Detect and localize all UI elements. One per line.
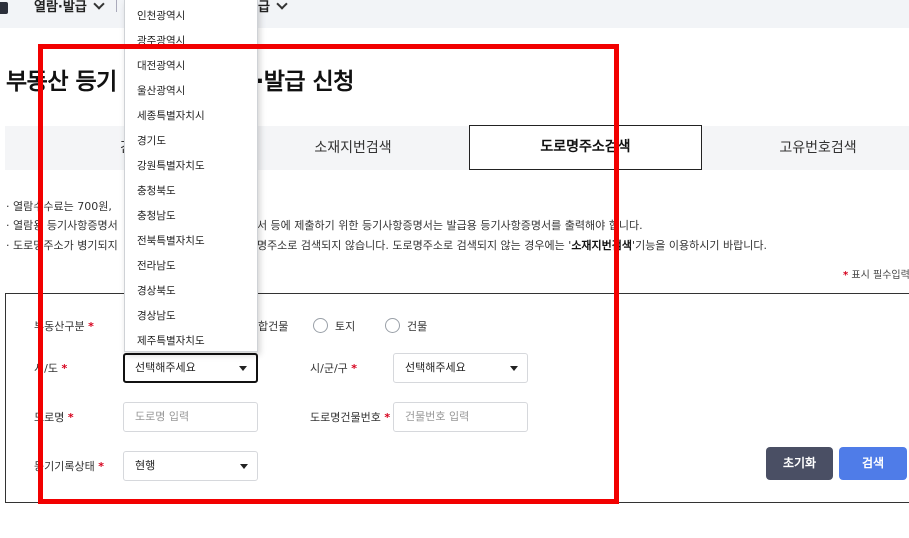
- tab-unique-number-search[interactable]: 고유번호검색: [702, 126, 909, 170]
- search-button[interactable]: 검색: [839, 447, 907, 480]
- sido-option[interactable]: 인천광역시: [137, 8, 185, 23]
- home-icon[interactable]: [0, 2, 8, 14]
- nav-menu-view-issue[interactable]: 열람·발급: [34, 0, 105, 15]
- reset-button[interactable]: 초기화: [766, 447, 833, 480]
- nav-separator: [116, 0, 117, 12]
- nav-menu-issue[interactable]: 급: [258, 0, 288, 15]
- highlight-rectangle: [38, 44, 619, 504]
- chevron-down-icon: [276, 0, 288, 10]
- chevron-down-icon: [93, 0, 105, 10]
- required-field-note: * 표시 필수입력: [843, 270, 909, 281]
